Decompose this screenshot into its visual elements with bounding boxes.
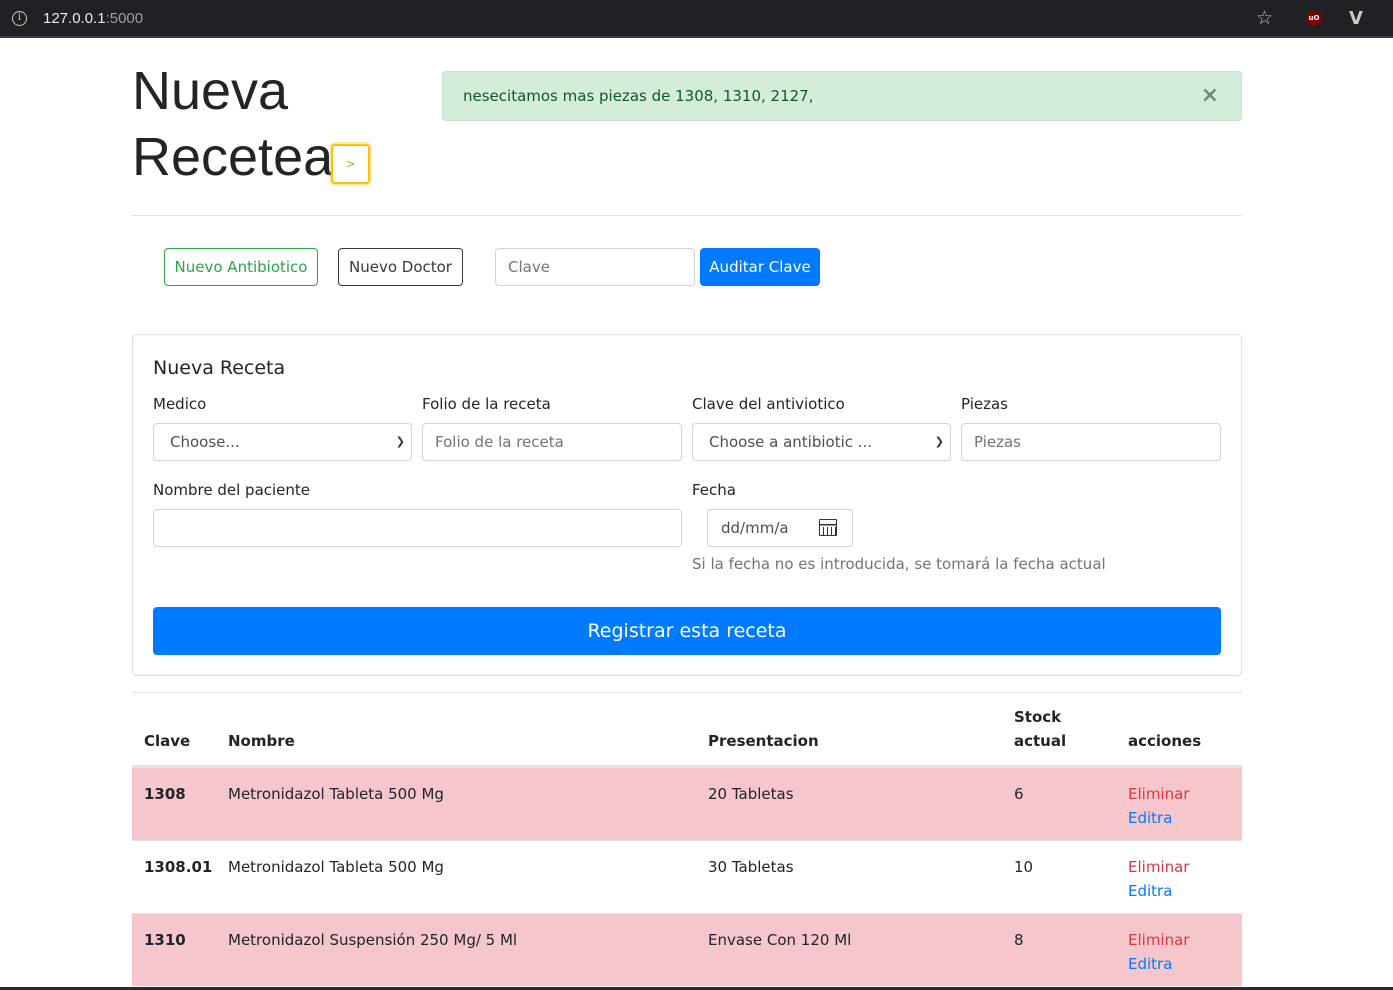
piezas-input[interactable] [961, 423, 1221, 461]
cell-stock: 6 [1014, 785, 1024, 803]
column-header-stock: Stock actual [1014, 705, 1066, 753]
close-icon[interactable]: × [1201, 72, 1219, 120]
cell-nombre: Metronidazol Tableta 500 Mg [228, 785, 444, 803]
eliminar-link[interactable]: Eliminar [1128, 782, 1189, 806]
address-bar[interactable]: 127.0.0.1:5000 [43, 10, 143, 27]
vue-extension-icon[interactable]: V [1349, 8, 1363, 29]
paciente-label: Nombre del paciente [153, 481, 311, 499]
column-header-presentacion: Presentacion [708, 732, 819, 750]
bookmark-star-icon[interactable]: ☆ [1256, 7, 1273, 29]
ublock-extension-icon[interactable]: uO [1307, 11, 1321, 26]
browser-toolbar: i 127.0.0.1:5000 ☆ uO V [0, 0, 1393, 38]
clave-search-input[interactable] [495, 248, 695, 286]
editar-link[interactable]: Editra [1128, 806, 1189, 830]
cell-clave: 1308 [144, 785, 186, 803]
fecha-label: Fecha [692, 481, 736, 499]
chevron-down-icon: ❯ [934, 435, 944, 448]
fecha-value: dd/mm/a [721, 519, 789, 537]
antibiotico-select[interactable]: Choose a antibiotic ... ❯ [692, 423, 951, 461]
info-icon[interactable]: i [12, 11, 27, 26]
cell-clave: 1310 [144, 931, 186, 949]
divider [132, 692, 1242, 693]
nueva-receta-form: Nueva Receta Medico Choose... ❯ Folio de… [132, 334, 1242, 676]
fecha-help-text: Si la fecha no es introducida, se tomará… [692, 555, 1106, 573]
table-row: 1308.01 Metronidazol Tableta 500 Mg 30 T… [132, 840, 1242, 913]
cell-presentacion: Envase Con 120 Ml [708, 931, 852, 949]
calendar-icon[interactable] [819, 519, 837, 536]
cell-presentacion: 20 Tabletas [708, 785, 794, 803]
cell-clave: 1308.01 [144, 858, 213, 876]
url-host: 127.0.0.1 [43, 10, 106, 27]
clave-antibiotico-label: Clave del antiviotico [692, 395, 845, 413]
cell-acciones: Eliminar Editra [1128, 782, 1189, 830]
cell-nombre: Metronidazol Suspensión 250 Mg/ 5 Ml [228, 931, 518, 949]
nuevo-antibiotico-button[interactable]: Nuevo Antibiotico [164, 248, 318, 286]
column-header-acciones: acciones [1128, 732, 1202, 750]
page-title-line1: Nueva [132, 61, 289, 121]
fecha-date-input[interactable]: dd/mm/a [707, 509, 853, 547]
chevron-down-icon: ❯ [395, 435, 405, 448]
cell-stock: 10 [1014, 858, 1034, 876]
url-port: :5000 [105, 10, 144, 27]
column-header-stock-line2: actual [1014, 732, 1067, 750]
editar-link[interactable]: Editra [1128, 952, 1189, 976]
nuevo-doctor-button[interactable]: Nuevo Doctor [338, 248, 463, 286]
page-title-line2: Recetea [132, 127, 334, 187]
table-row: 1308 Metronidazol Tableta 500 Mg 20 Tabl… [132, 767, 1242, 840]
stock-alert: nesecitamos mas piezas de 1308, 1310, 21… [442, 71, 1242, 121]
column-header-clave: Clave [144, 732, 191, 750]
eliminar-link[interactable]: Eliminar [1128, 928, 1189, 952]
medico-select[interactable]: Choose... ❯ [153, 423, 412, 461]
page-title: Nueva Recetea [132, 58, 333, 190]
cell-nombre: Metronidazol Tableta 500 Mg [228, 858, 444, 876]
registrar-receta-button[interactable]: Registrar esta receta [153, 607, 1221, 655]
medico-select-value: Choose... [170, 433, 240, 451]
folio-input[interactable] [422, 423, 682, 461]
table-row: 1310 Metronidazol Suspensión 250 Mg/ 5 M… [132, 913, 1242, 986]
expand-button[interactable]: > [331, 144, 370, 184]
folio-label: Folio de la receta [422, 395, 551, 413]
divider [132, 215, 1242, 216]
alert-message: nesecitamos mas piezas de 1308, 1310, 21… [463, 87, 814, 105]
form-title: Nueva Receta [153, 357, 286, 379]
column-header-nombre: Nombre [228, 732, 295, 750]
editar-link[interactable]: Editra [1128, 879, 1189, 903]
auditar-clave-button[interactable]: Auditar Clave [700, 248, 820, 286]
cell-acciones: Eliminar Editra [1128, 855, 1189, 903]
antibiotico-select-value: Choose a antibiotic ... [709, 433, 873, 451]
paciente-input[interactable] [153, 509, 682, 547]
cell-presentacion: 30 Tabletas [708, 858, 794, 876]
cell-acciones: Eliminar Editra [1128, 928, 1189, 976]
eliminar-link[interactable]: Eliminar [1128, 855, 1189, 879]
column-header-stock-line1: Stock [1014, 708, 1062, 726]
cell-stock: 8 [1014, 931, 1024, 949]
piezas-label: Piezas [961, 395, 1008, 413]
medico-label: Medico [153, 395, 207, 413]
